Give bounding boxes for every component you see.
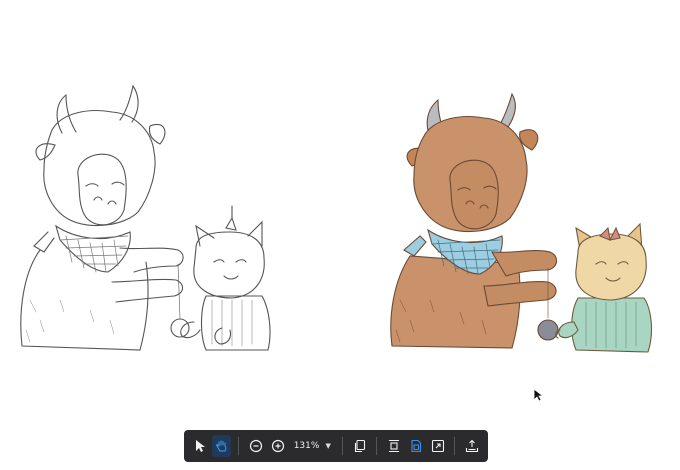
document-canvas[interactable] — [0, 0, 680, 470]
toolbar-divider — [376, 437, 378, 455]
caret-down-icon: ▼ — [325, 442, 331, 450]
fit-width-button[interactable] — [384, 435, 404, 457]
expand-icon — [431, 439, 445, 453]
export-tray-icon — [465, 439, 479, 453]
zoom-out-icon — [249, 439, 263, 453]
export-button[interactable] — [462, 435, 482, 457]
fit-width-icon — [387, 439, 401, 453]
copy-icon — [353, 439, 367, 453]
copy-pages-button[interactable] — [350, 435, 370, 457]
fit-page-button[interactable] — [406, 435, 426, 457]
toolbar-divider — [341, 437, 343, 455]
fit-page-icon — [409, 439, 423, 453]
zoom-level-dropdown[interactable]: 131% ▼ — [290, 435, 335, 457]
select-tool-button[interactable] — [190, 435, 210, 457]
arrow-pointer-icon — [194, 439, 206, 453]
color-cow — [390, 92, 559, 349]
viewer-toolbar: 131% ▼ — [184, 430, 488, 462]
sketch-dog — [180, 205, 271, 351]
fullscreen-button[interactable] — [428, 435, 448, 457]
zoom-level-value: 131% — [293, 441, 320, 451]
hand-tool-button[interactable] — [211, 435, 232, 457]
color-dog — [555, 222, 653, 353]
zoom-in-button[interactable] — [268, 435, 288, 457]
zoom-out-button[interactable] — [246, 435, 266, 457]
zoom-in-icon — [271, 439, 285, 453]
hand-icon — [215, 439, 229, 453]
toolbar-divider — [454, 437, 456, 455]
sketch-cow — [20, 84, 190, 351]
illustration-artwork — [20, 84, 653, 353]
toolbar-divider — [238, 437, 240, 455]
